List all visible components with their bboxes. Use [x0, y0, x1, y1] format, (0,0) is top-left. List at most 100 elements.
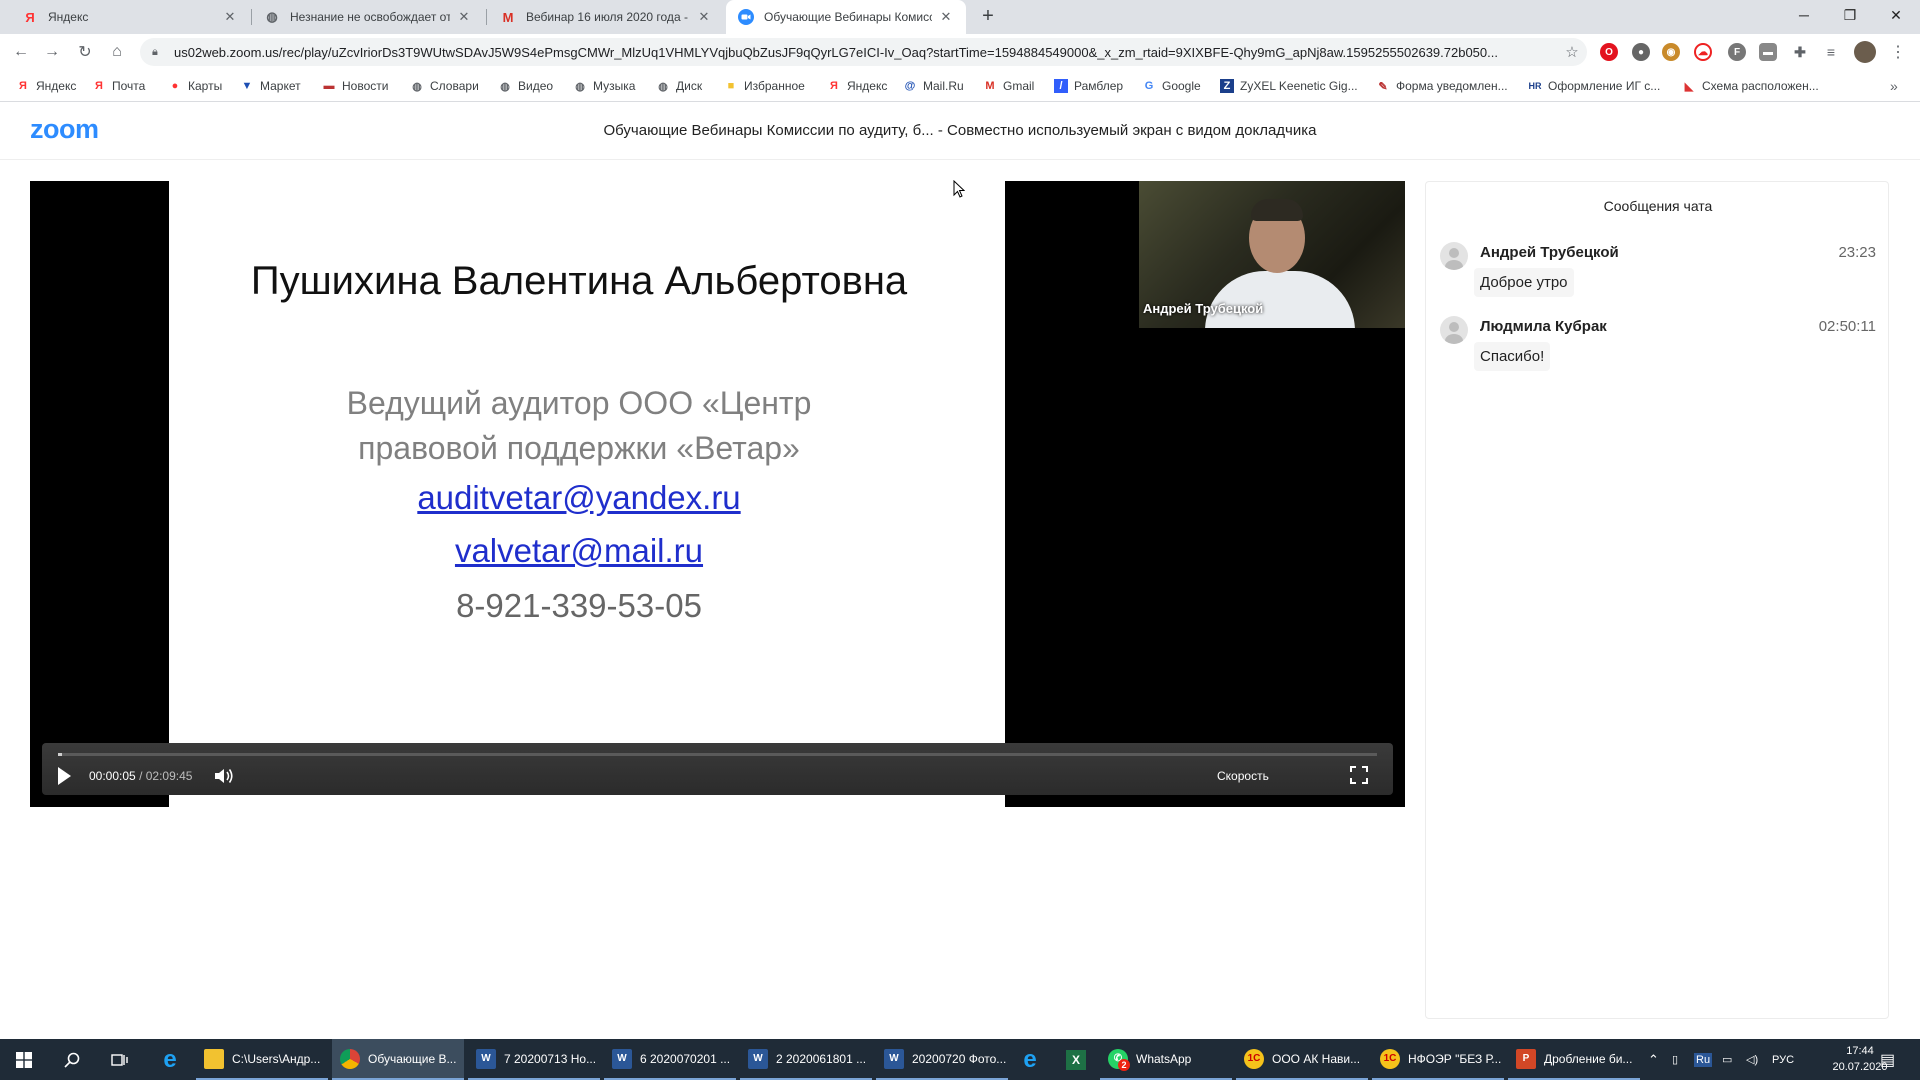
bookmark-music[interactable]: ◍ Музыка — [573, 77, 635, 95]
extension-icon[interactable]: ▬ — [1759, 43, 1777, 61]
bookmark-gmail[interactable]: M Gmail — [983, 77, 1034, 95]
menu-icon[interactable]: ⋮ — [1886, 40, 1910, 64]
lock-icon: 🔒︎ — [152, 45, 158, 58]
excel-icon[interactable]: X — [1052, 1039, 1100, 1080]
close-window-button[interactable]: ✕ — [1873, 0, 1919, 30]
pen-icon: ✎ — [1378, 80, 1388, 93]
bookmark-market[interactable]: ▼ Маркет — [240, 77, 301, 95]
bookmark-label: Новости — [342, 79, 389, 93]
reload-icon[interactable]: ↻ — [73, 40, 97, 64]
taskbar-app-whatsapp[interactable]: ✆ 2 WhatsApp — [1100, 1039, 1232, 1080]
task-view-icon[interactable] — [96, 1039, 144, 1080]
tab-yandex[interactable]: Я Яндекс ✕ — [10, 0, 250, 34]
bookmark-label: Почта — [112, 79, 146, 93]
back-arrow-icon[interactable]: ← — [9, 40, 33, 64]
current-time: 00:00:05 — [89, 769, 136, 783]
taskbar-app-chrome[interactable]: Обучающие В... — [332, 1039, 464, 1080]
home-icon[interactable]: ⌂ — [105, 40, 129, 64]
bookmark-mail[interactable]: Я Почта — [92, 77, 145, 95]
avatar[interactable] — [1854, 41, 1876, 63]
tab-title: Яндекс — [48, 10, 89, 24]
search-icon[interactable] — [48, 1039, 96, 1080]
url-text: us02web.zoom.us/rec/play/uZcvIriorDs3T9W… — [174, 44, 1498, 60]
fullscreen-icon[interactable] — [1350, 766, 1368, 784]
speaker-video-thumbnail: Андрей Трубецкой — [1139, 181, 1405, 328]
close-icon[interactable]: ✕ — [222, 9, 238, 25]
close-icon[interactable]: ✕ — [938, 9, 954, 25]
language-indicator-icon[interactable]: Ru — [1694, 1039, 1713, 1080]
word-icon: W — [612, 1048, 632, 1069]
windows-start-icon[interactable] — [0, 1039, 48, 1080]
taskbar-app-1c-2[interactable]: 1С НФОЭР "БЕЗ Р... — [1372, 1039, 1504, 1080]
bookmark-mailru[interactable]: @ Mail.Ru — [903, 77, 964, 95]
bookmark-label: Форма уведомлен... — [1396, 79, 1508, 93]
usb-icon[interactable]: ▯ — [1672, 1039, 1678, 1080]
bookmark-video[interactable]: ◍ Видео — [498, 77, 553, 95]
play-icon[interactable] — [54, 765, 74, 787]
bookmark-notification-form[interactable]: ✎ Форма уведомлен... — [1376, 77, 1508, 95]
chrome-icon — [340, 1048, 360, 1069]
taskbar-app-powerpoint[interactable]: P Дробление би... — [1508, 1039, 1640, 1080]
minimize-button[interactable]: ─ — [1781, 0, 1827, 30]
bookmark-google[interactable]: G Google — [1142, 77, 1201, 95]
bookmark-zyxel[interactable]: Z ZyXEL Keenetic Gig... — [1220, 77, 1358, 95]
tab-zoom[interactable]: Обучающие Вебинары Комиссии ✕ — [726, 0, 966, 34]
tab-article[interactable]: ◍ Незнание не освобождает от ответственн… — [252, 0, 484, 34]
new-tab-button[interactable]: + — [976, 5, 1000, 29]
tab-gmail[interactable]: M Вебинар 16 июля 2020 года - ауди ✕ — [488, 0, 724, 34]
bookmark-yandex[interactable]: Я Яндекс — [16, 77, 76, 95]
restore-button[interactable]: ❐ — [1827, 0, 1873, 30]
volume-icon[interactable] — [213, 766, 235, 786]
input-language[interactable]: РУС — [1772, 1039, 1794, 1080]
extension-icon[interactable]: ◉ — [1662, 43, 1680, 61]
address-bar[interactable]: 🔒︎ us02web.zoom.us/rec/play/uZcvIriorDs3… — [140, 38, 1587, 66]
browser-toolbar: ← → ↻ ⌂ 🔒︎ us02web.zoom.us/rec/play/uZcv… — [0, 34, 1920, 70]
taskbar-app-explorer[interactable]: C:\Users\Андр... — [196, 1039, 328, 1080]
internet-explorer-icon[interactable]: e — [1006, 1039, 1054, 1080]
bookmark-label: Mail.Ru — [923, 79, 964, 93]
extension-icon[interactable]: F — [1728, 43, 1746, 61]
taskbar-app-1c-1[interactable]: 1С ООО АК Нави... — [1236, 1039, 1368, 1080]
seek-bar[interactable] — [58, 753, 1377, 756]
bookmark-scheme[interactable]: ◣ Схема расположен... — [1682, 77, 1819, 95]
bookmark-yandex-2[interactable]: Я Яндекс — [827, 77, 887, 95]
speed-button[interactable]: Скорость — [1217, 769, 1269, 783]
avatar — [1440, 316, 1468, 344]
bookmark-news[interactable]: ▬ Новости — [322, 77, 389, 95]
chat-timestamp: 23:23 — [1838, 244, 1876, 261]
taskbar-app-label: НФОЭР "БЕЗ Р... — [1408, 1051, 1502, 1066]
bookmark-rambler[interactable]: / Рамблер — [1054, 77, 1123, 95]
bookmark-hr[interactable]: HR Оформление ИГ с... — [1528, 77, 1661, 95]
edge-icon[interactable]: e — [146, 1039, 194, 1080]
time-separator: / — [139, 769, 143, 783]
bookmark-disk[interactable]: ◍ Диск — [656, 77, 702, 95]
bookmark-favorites[interactable]: ■ Избранное — [724, 77, 805, 95]
forward-arrow-icon[interactable]: → — [40, 40, 64, 64]
taskbar-app-word-4[interactable]: W 20200720 Фото... — [876, 1039, 1008, 1080]
taskbar-app-label: ООО АК Нави... — [1272, 1051, 1361, 1066]
network-icon[interactable]: ▭ — [1722, 1039, 1732, 1080]
tray-chevron-up-icon[interactable]: ⌃ — [1648, 1039, 1659, 1080]
opera-extension-icon[interactable]: O — [1600, 43, 1618, 61]
speaker-name-label: Андрей Трубецкой — [1143, 301, 1264, 316]
taskbar-app-word-2[interactable]: W 6 2020070201 ... — [604, 1039, 736, 1080]
extension-icon[interactable]: ● — [1632, 43, 1650, 61]
taskbar-app-word-3[interactable]: W 2 2020061801 ... — [740, 1039, 872, 1080]
notifications-icon[interactable]: ▤ — [1880, 1039, 1895, 1080]
folder-icon: ■ — [727, 80, 735, 92]
video-player[interactable]: Пушихина Валентина Альбертовна Ведущий а… — [30, 181, 1405, 807]
speaker-icon[interactable]: ◁) — [1746, 1039, 1758, 1080]
zyxel-icon: Z — [1220, 79, 1234, 93]
bookmark-dictionaries[interactable]: ◍ Словари — [410, 77, 479, 95]
cloud-extension-icon[interactable]: ☁ — [1694, 43, 1712, 61]
puzzle-icon[interactable]: ✚ — [1791, 43, 1809, 61]
star-icon[interactable]: ☆ — [1557, 43, 1587, 61]
close-icon[interactable]: ✕ — [696, 9, 712, 25]
yandex-icon: Я — [19, 80, 27, 92]
more-bookmarks-chevron-icon[interactable]: » — [1890, 77, 1898, 95]
taskbar-app-word-1[interactable]: W 7 20200713 Но... — [468, 1039, 600, 1080]
close-icon[interactable]: ✕ — [456, 9, 472, 25]
reading-list-icon[interactable]: ≡ — [1822, 43, 1840, 61]
taskbar-app-label: 2 2020061801 ... — [776, 1051, 867, 1066]
bookmark-maps[interactable]: ● Карты — [168, 77, 223, 95]
